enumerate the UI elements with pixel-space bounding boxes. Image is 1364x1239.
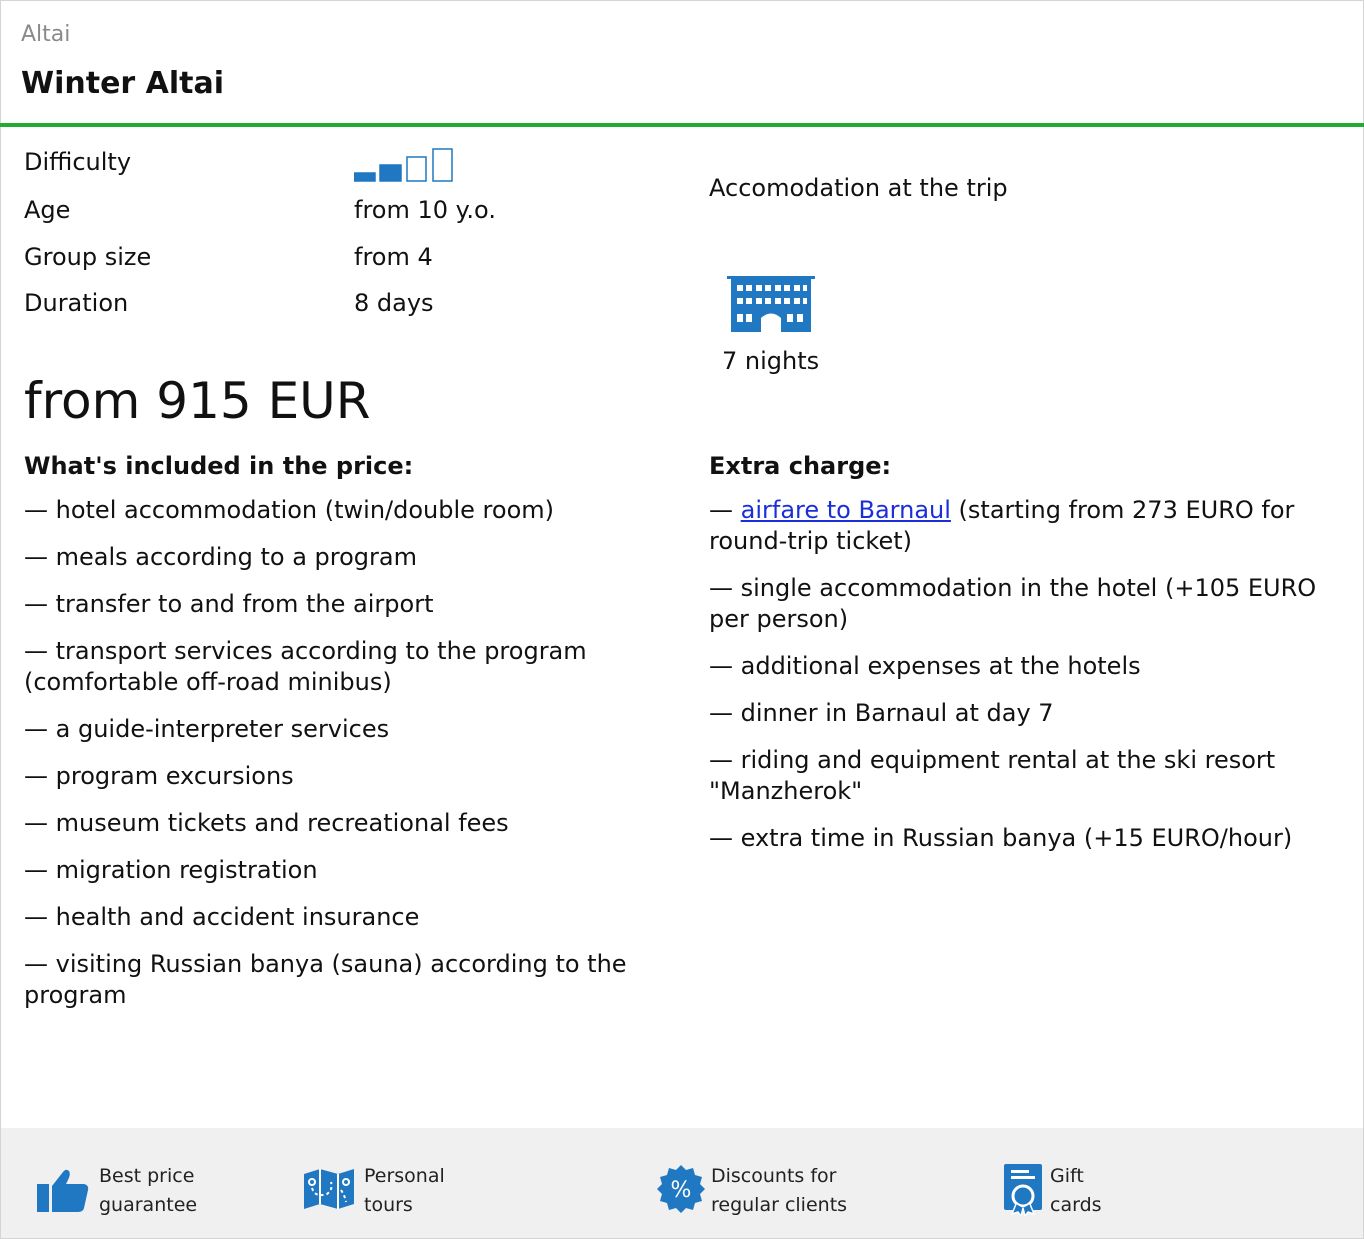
list-item: — single accommodation in the hotel (+10… [709, 574, 1317, 633]
discount-badge-icon: % [657, 1165, 705, 1213]
list-item: — dinner in Barnaul at day 7 [709, 699, 1054, 727]
feature-line-2: guarantee [99, 1194, 198, 1216]
list-item: — riding and equipment rental at the ski… [709, 746, 1276, 805]
difficulty-label: Difficulty [24, 148, 132, 176]
list-item: — a guide-interpreter services [24, 715, 390, 743]
difficulty-bar-3 [406, 156, 427, 182]
gift-card-icon [1004, 1164, 1042, 1216]
age-label: Age [24, 196, 71, 224]
feature-line-2: cards [1050, 1194, 1102, 1216]
feature-label: Best price guarantee [99, 1162, 197, 1220]
feature-best-price[interactable]: Best price guarantee [37, 1128, 277, 1238]
price: from 915 EUR [24, 372, 371, 430]
feature-line-1: Discounts for [711, 1165, 837, 1187]
feature-personal-tours[interactable]: Personal tours [303, 1128, 563, 1238]
group-size-label: Group size [24, 243, 152, 271]
feature-label: Gift cards [1050, 1162, 1102, 1220]
feature-line-2: tours [364, 1194, 413, 1216]
list-item: — visiting Russian banya (sauna) accordi… [24, 950, 627, 1009]
breadcrumb[interactable]: Altai [21, 22, 70, 47]
extra-charge-heading: Extra charge: [709, 452, 892, 480]
airfare-prefix: — [709, 496, 741, 524]
map-icon [304, 1169, 354, 1209]
included-heading: What's included in the price: [24, 452, 414, 480]
spec-row-difficulty: Difficulty [24, 148, 664, 182]
features-footer: Best price guarantee Personal tours % Di… [1, 1128, 1363, 1238]
list-item: — migration registration [24, 856, 318, 884]
extra-charge-section: Extra charge: — airfare to Barnaul (star… [709, 452, 1349, 870]
spec-row-group-size: Group size from 4 [24, 243, 664, 277]
feature-line-1: Gift [1050, 1165, 1084, 1187]
nights-count: 7 nights [722, 347, 820, 375]
hotel-icon [727, 276, 815, 332]
feature-gift-cards[interactable]: Gift cards [1004, 1128, 1244, 1238]
header-divider [0, 123, 1364, 127]
list-item: — additional expenses at the hotels [709, 652, 1141, 680]
feature-label: Personal tours [364, 1162, 445, 1220]
difficulty-bar-4 [432, 148, 453, 182]
list-item: — transfer to and from the airport [24, 590, 434, 618]
feature-label: Discounts for regular clients [711, 1162, 847, 1220]
accommodation-label: Accomodation at the trip [709, 174, 1008, 202]
airfare-link[interactable]: airfare to Barnaul [741, 496, 951, 524]
difficulty-meter-icon [354, 148, 453, 182]
list-item: — transport services according to the pr… [24, 637, 587, 696]
feature-discounts[interactable]: % Discounts for regular clients [656, 1128, 956, 1238]
included-section: What's included in the price: — hotel ac… [24, 452, 674, 1027]
group-size-value: from 4 [354, 243, 433, 271]
list-item: — meals according to a program [24, 543, 417, 571]
difficulty-bar-2 [379, 164, 402, 182]
difficulty-bar-1 [354, 172, 376, 182]
svg-text:%: % [671, 1178, 692, 1203]
age-value: from 10 y.o. [354, 196, 496, 224]
thumbs-up-icon [37, 1169, 89, 1212]
list-item-airfare: — airfare to Barnaul (starting from 273 … [709, 495, 1349, 557]
extra-charge-list: — airfare to Barnaul (starting from 273 … [709, 495, 1349, 854]
list-item: — program excursions [24, 762, 294, 790]
list-item: — extra time in Russian banya (+15 EURO/… [709, 824, 1293, 852]
included-list: — hotel accommodation (twin/double room)… [24, 495, 674, 1011]
spec-row-duration: Duration 8 days [24, 289, 664, 323]
duration-label: Duration [24, 289, 129, 317]
page-title: Winter Altai [21, 66, 225, 101]
feature-line-1: Personal [364, 1165, 445, 1187]
feature-line-2: regular clients [711, 1194, 848, 1216]
duration-value: 8 days [354, 289, 434, 317]
list-item: — museum tickets and recreational fees [24, 809, 509, 837]
list-item: — hotel accommodation (twin/double room) [24, 496, 555, 524]
feature-line-1: Best price [99, 1165, 195, 1187]
spec-row-age: Age from 10 y.o. [24, 196, 664, 230]
list-item: — health and accident insurance [24, 903, 420, 931]
